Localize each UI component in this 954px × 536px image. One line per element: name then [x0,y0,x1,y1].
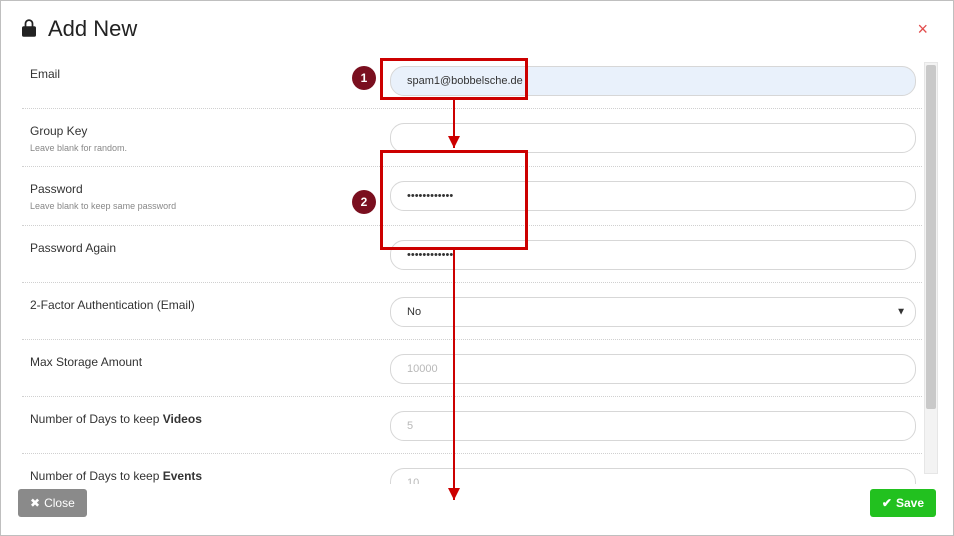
modal: Add New × Email Group Key Leave blank fo… [8,6,946,528]
save-button[interactable]: ✔ Save [870,489,936,517]
days-videos-input[interactable] [390,411,916,441]
label-days-videos: Number of Days to keep Videos [22,411,382,428]
row-email: Email [22,52,922,109]
email-input[interactable] [390,66,916,96]
password-again-input[interactable] [390,240,916,270]
modal-title: Add New [48,16,137,42]
modal-header: Add New × [8,6,946,54]
label-group-key: Group Key Leave blank for random. [22,123,382,154]
row-group-key: Group Key Leave blank for random. [22,109,922,167]
row-twofa: 2-Factor Authentication (Email) No ▼ [22,283,922,340]
modal-body: Email Group Key Leave blank for random. … [8,52,946,484]
row-days-videos: Number of Days to keep Videos [22,397,922,454]
label-twofa: 2-Factor Authentication (Email) [22,297,382,314]
check-icon: ✔ [882,496,892,510]
label-password: Password Leave blank to keep same passwo… [22,181,382,212]
form-scroll: Email Group Key Leave blank for random. … [22,52,922,484]
max-storage-input[interactable] [390,354,916,384]
scrollbar[interactable] [924,62,938,474]
row-password-again: Password Again [22,226,922,283]
x-icon: ✖ [30,496,40,510]
row-password: Password Leave blank to keep same passwo… [22,167,922,225]
close-button[interactable]: ✖ Close [18,489,87,517]
close-icon[interactable]: × [917,19,928,40]
label-password-again: Password Again [22,240,382,257]
scrollbar-thumb[interactable] [926,65,936,409]
twofa-select[interactable]: No [390,297,916,327]
modal-footer: ✖ Close ✔ Save [18,486,936,520]
label-days-events: Number of Days to keep Events [22,468,382,484]
label-max-storage: Max Storage Amount [22,354,382,371]
password-input[interactable] [390,181,916,211]
lock-icon [22,19,38,39]
days-events-input[interactable] [390,468,916,484]
label-email: Email [22,66,382,83]
row-days-events: Number of Days to keep Events [22,454,922,484]
group-key-input[interactable] [390,123,916,153]
row-max-storage: Max Storage Amount [22,340,922,397]
